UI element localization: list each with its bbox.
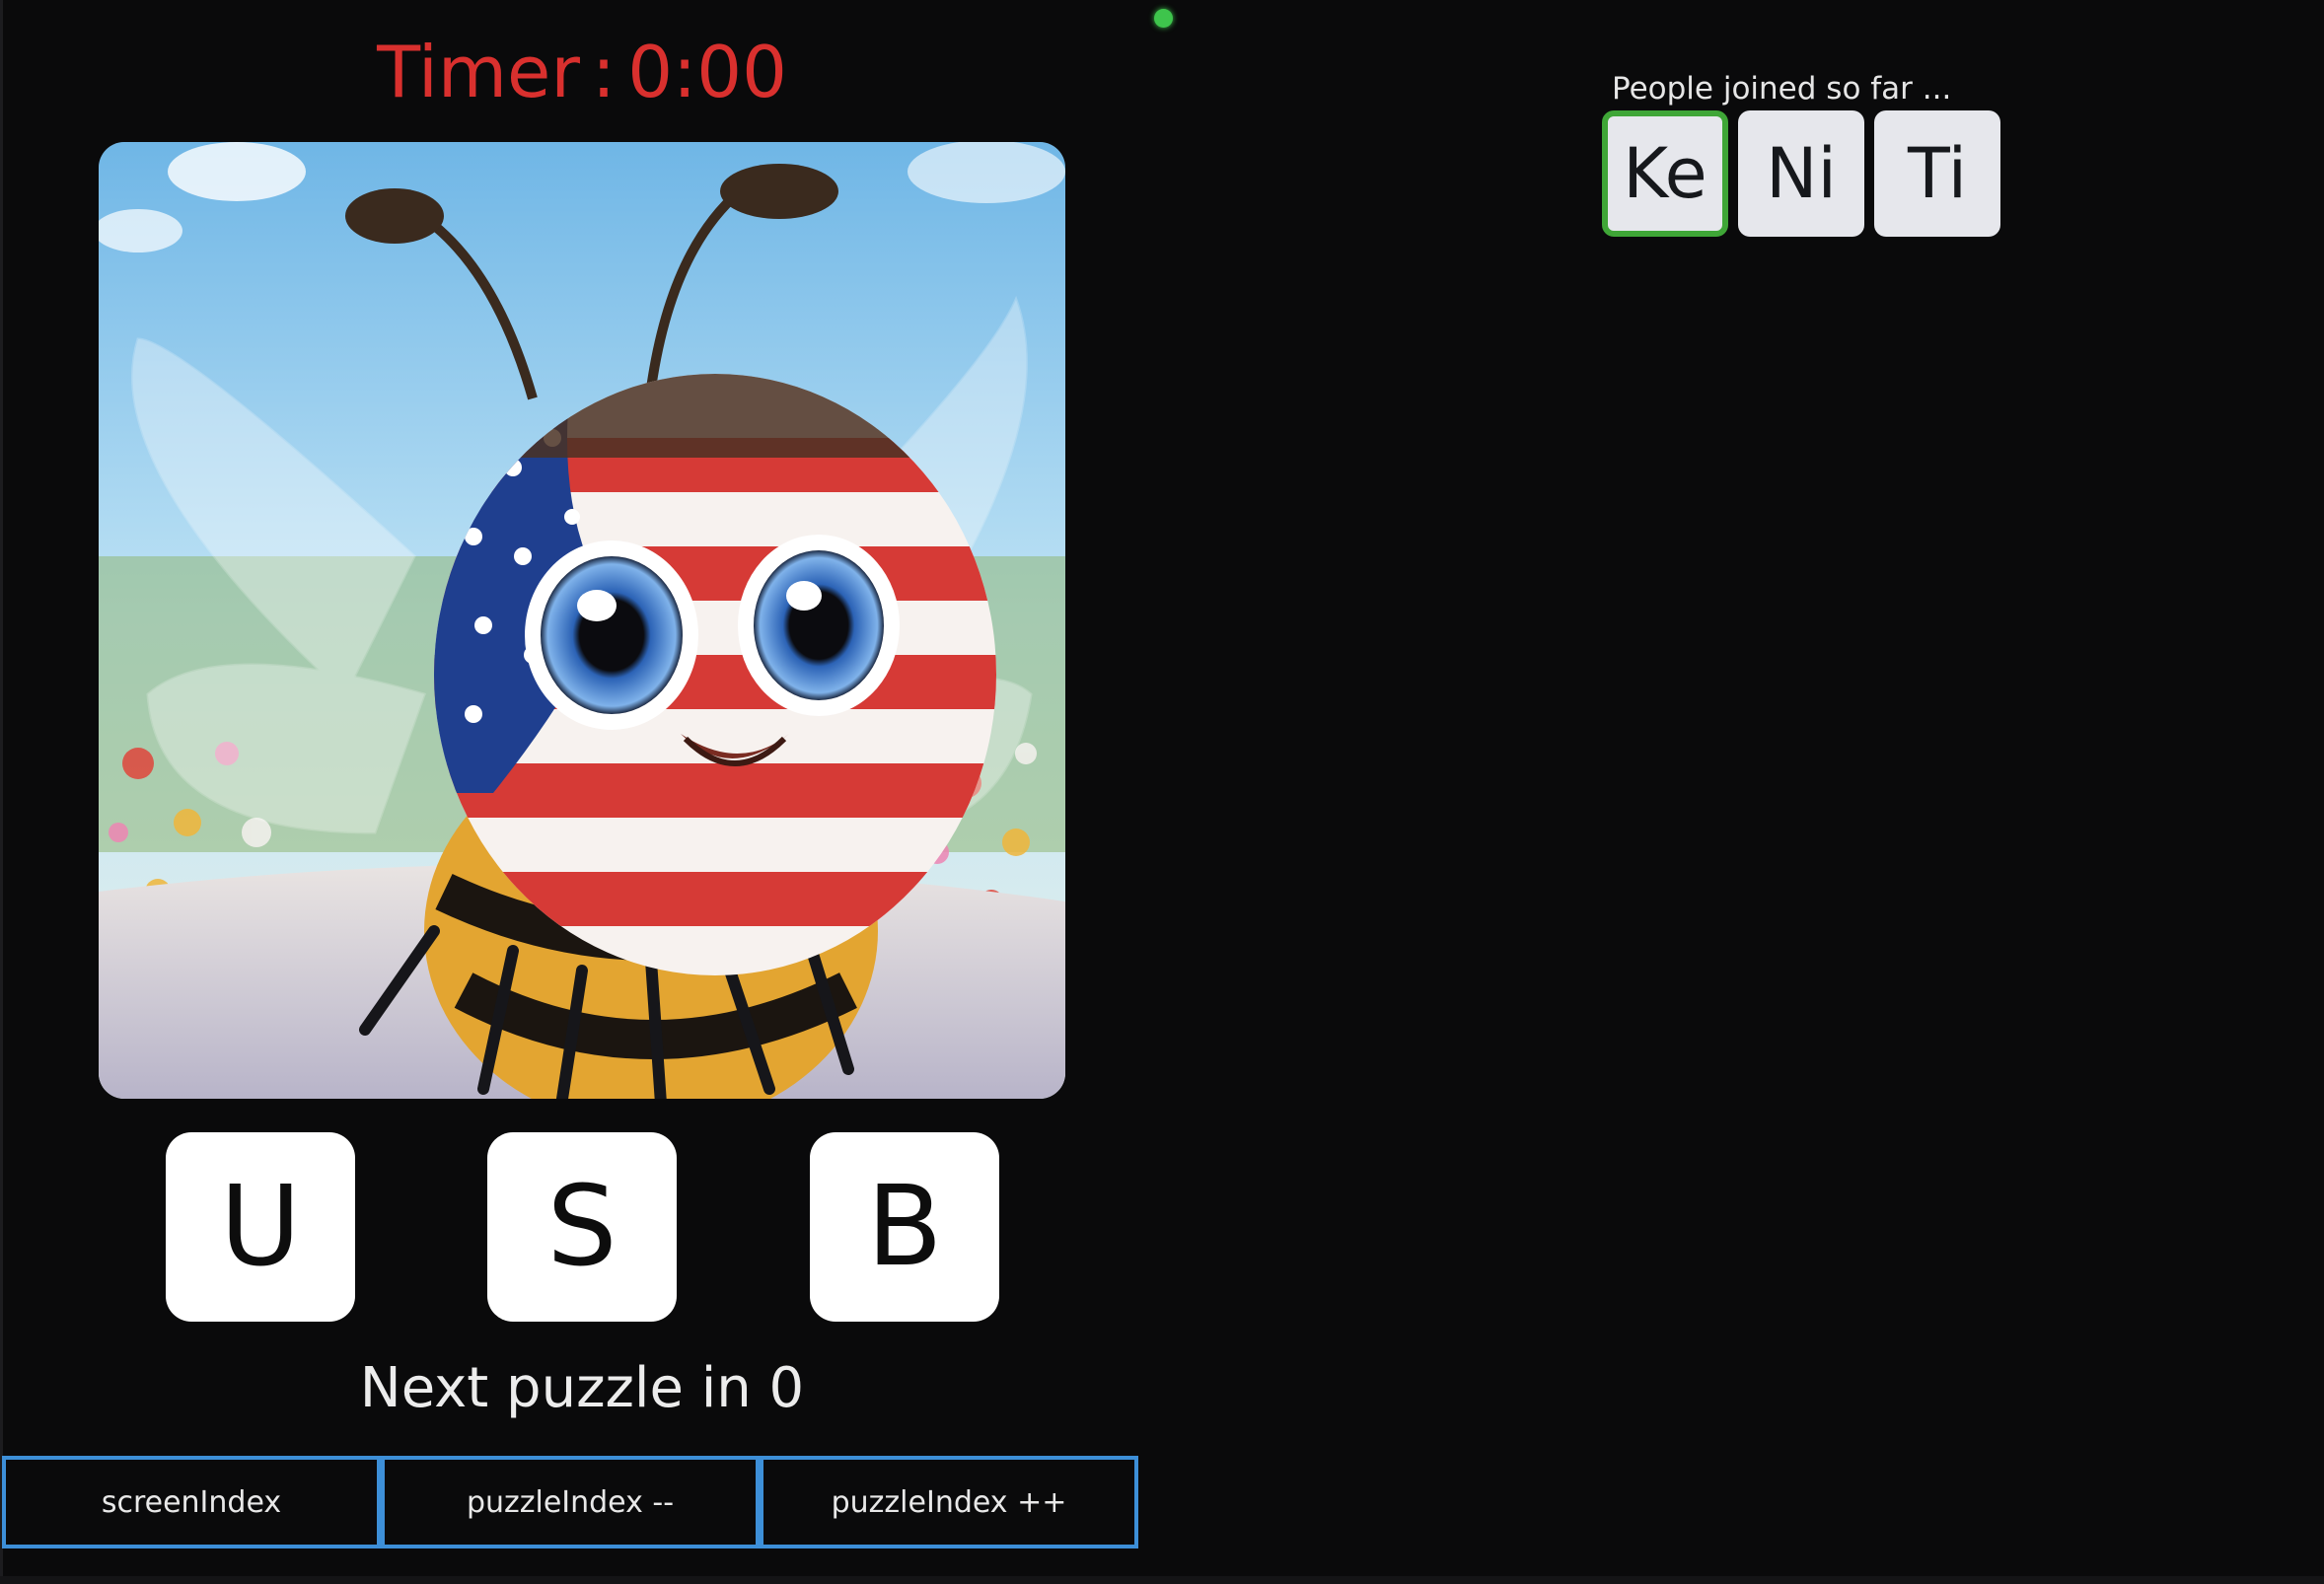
window-bottom-edge (0, 1576, 2324, 1584)
puzzle-index-increment-button[interactable]: puzzleIndex ++ (760, 1456, 1138, 1548)
letter-tile-2[interactable]: S (487, 1132, 677, 1322)
puzzle-image (99, 142, 1065, 1099)
people-list: Ke Ni Ti (1602, 110, 2010, 237)
connection-status-dot (1154, 9, 1173, 28)
timer-value: 0:00 (627, 31, 787, 113)
screen-index-button[interactable]: screenIndex (2, 1456, 381, 1548)
letter-tile-1[interactable]: U (166, 1132, 355, 1322)
bee-illustration (99, 142, 1065, 1099)
window-edge (0, 0, 3, 1584)
next-puzzle-countdown: Next puzzle in 0 (359, 1356, 805, 1420)
timer-separator: : (591, 31, 617, 113)
puzzle-index-decrement-button[interactable]: puzzleIndex -- (381, 1456, 760, 1548)
person-chip[interactable]: Ti (1874, 110, 2000, 237)
person-chip[interactable]: Ke (1602, 110, 1728, 237)
dev-controls: screenIndex puzzleIndex -- puzzleIndex +… (2, 1456, 1138, 1548)
person-chip[interactable]: Ni (1738, 110, 1864, 237)
timer-label: Timer (377, 31, 580, 113)
timer: Timer:0:00 (99, 28, 1065, 116)
letter-tile-3[interactable]: B (810, 1132, 999, 1322)
people-joined-label: People joined so far ... (1612, 71, 1952, 107)
